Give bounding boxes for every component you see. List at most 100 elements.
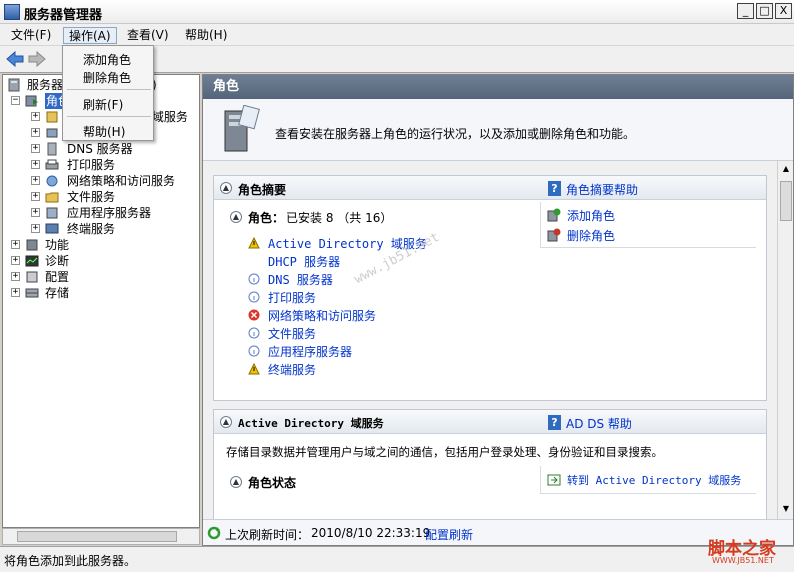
network-policy-icon (46, 175, 58, 187)
role-link[interactable]: 网络策略和访问服务 (268, 308, 376, 324)
terminal-icon (45, 223, 59, 234)
maximize-button[interactable]: □ (756, 3, 773, 19)
goto-ad-ds-link[interactable]: 转到 Active Directory 域服务 (567, 472, 741, 488)
roles-server-icon (224, 105, 260, 152)
menu-refresh[interactable]: 刷新(F) (83, 96, 123, 113)
last-refresh-time: 2010/8/10 22:33:19 (311, 526, 431, 540)
expand-toggle-icon[interactable]: + (31, 144, 40, 153)
intro-banner: 查看安装在服务器上角色的运行状况，以及添加或删除角色和功能。 (203, 99, 793, 161)
info-icon (248, 345, 260, 357)
minimize-button[interactable]: _ (737, 3, 754, 19)
diagnostics-icon (25, 255, 39, 267)
role-link[interactable]: 打印服务 (268, 290, 316, 306)
collapse-icon[interactable]: ▲ (230, 476, 242, 488)
tree-label: 网络策略和访问服务 (67, 174, 176, 188)
menu-view[interactable]: 查看(V) (122, 27, 174, 44)
error-icon (248, 309, 260, 321)
tree-label: 应用程序服务器 (67, 206, 152, 220)
window-title: 服务器管理器 (24, 8, 103, 23)
content-area: ▲ 角色摘要 ? 角色摘要帮助 ▲ 角色： 已安装 8 （共 16） 添加角色 … (203, 161, 777, 519)
dns-icon (47, 142, 57, 156)
ad-ds-section: ▲ Active Directory 域服务 ? AD DS 帮助 存储目录数据… (213, 409, 767, 519)
vertical-scrollbar[interactable]: ▲ ▼ (777, 161, 793, 519)
goto-box: 转到 Active Directory 域服务 (540, 466, 756, 494)
remove-role-icon (547, 228, 561, 242)
tree-label: 终端服务 (67, 222, 116, 236)
collapse-icon[interactable]: ▲ (220, 182, 232, 194)
menu-separator (67, 116, 151, 117)
collapse-toggle-icon[interactable]: − (11, 96, 20, 105)
printer-icon (45, 159, 59, 170)
server-manager-icon (4, 4, 20, 20)
refresh-status-bar: 上次刷新时间： 2010/8/10 22:33:19 配置刷新 (203, 519, 793, 545)
tree-label: 存储 (45, 286, 70, 300)
menu-action[interactable]: 操作(A) (63, 27, 117, 44)
expand-toggle-icon[interactable]: + (31, 160, 40, 169)
back-arrow-icon[interactable] (6, 51, 24, 67)
info-icon (248, 273, 260, 285)
tree-label: 打印服务 (67, 158, 116, 172)
title-bar: 服务器管理器 _ □ X (0, 0, 794, 24)
scroll-up-icon[interactable]: ▲ (780, 163, 792, 175)
expand-toggle-icon[interactable]: + (11, 240, 20, 249)
menu-file[interactable]: 文件(F) (6, 27, 56, 44)
role-link[interactable]: DHCP 服务器 (268, 254, 340, 270)
remove-role-link[interactable]: 删除角色 (567, 227, 615, 244)
scrollbar-thumb[interactable] (17, 531, 177, 542)
menu-help[interactable]: 帮助(H) (180, 27, 232, 44)
expand-toggle-icon[interactable]: + (31, 192, 40, 201)
help-book-icon: ? (548, 181, 561, 196)
app-server-icon (46, 207, 58, 219)
tree-label: 诊断 (45, 254, 70, 268)
collapse-icon[interactable]: ▲ (220, 416, 232, 428)
last-refresh-label: 上次刷新时间： (225, 528, 310, 542)
section-header: ▲ 角色摘要 ? 角色摘要帮助 (214, 176, 766, 200)
expand-toggle-icon[interactable]: + (11, 288, 20, 297)
info-icon (248, 327, 260, 339)
expand-toggle-icon[interactable]: + (31, 176, 40, 185)
configure-refresh-link[interactable]: 配置刷新 (425, 526, 473, 543)
server-icon (8, 78, 20, 92)
forward-arrow-icon[interactable] (28, 51, 46, 67)
tree-label: DNS 服务器 (67, 142, 133, 156)
role-link[interactable]: 终端服务 (268, 362, 316, 378)
role-link[interactable]: 文件服务 (268, 326, 316, 342)
ad-description: 存储目录数据并管理用户与域之间的通信，包括用户登录处理、身份验证和目录搜索。 (226, 445, 663, 459)
add-role-link[interactable]: 添加角色 (567, 207, 615, 224)
close-button[interactable]: X (775, 3, 792, 19)
add-role-icon (547, 208, 561, 222)
menu-remove-role[interactable]: 删除角色 (83, 69, 131, 86)
actions-box: 添加角色 删除角色 (540, 202, 756, 248)
role-link[interactable]: DNS 服务器 (268, 272, 333, 288)
role-link[interactable]: 应用程序服务器 (268, 344, 352, 360)
collapse-icon[interactable]: ▲ (230, 211, 242, 223)
help-book-icon: ? (548, 415, 561, 430)
roles-summary-help-link[interactable]: 角色摘要帮助 (566, 181, 638, 198)
scrollbar-thumb[interactable] (780, 181, 792, 221)
expand-toggle-icon[interactable]: + (11, 272, 20, 281)
tree-label: 配置 (45, 270, 70, 284)
ad-ds-help-link[interactable]: AD DS 帮助 (566, 415, 632, 432)
storage-icon (25, 288, 39, 298)
expand-toggle-icon[interactable]: + (31, 112, 40, 121)
tree-label: 文件服务 (67, 190, 116, 204)
expand-toggle-icon[interactable]: + (31, 208, 40, 217)
details-pane: 角色 查看安装在服务器上角色的运行状况，以及添加或删除角色和功能。 ▲ 角色摘要… (202, 74, 794, 546)
intro-text: 查看安装在服务器上角色的运行状况，以及添加或删除角色和功能。 (275, 127, 636, 141)
warning-icon (248, 237, 260, 249)
menu-bar: 文件(F) 操作(A) 查看(V) 帮助(H) (0, 24, 794, 46)
menu-help-item[interactable]: 帮助(H) (83, 123, 125, 140)
scroll-down-icon[interactable]: ▼ (780, 503, 792, 515)
network-icon (46, 128, 58, 138)
tree-horizontal-scrollbar[interactable] (2, 528, 200, 545)
refresh-icon (207, 526, 221, 540)
warning-icon (248, 363, 260, 375)
expand-toggle-icon[interactable]: + (31, 224, 40, 233)
expand-toggle-icon[interactable]: + (11, 256, 20, 265)
roles-icon (25, 95, 38, 107)
tree-label: 服务器 (27, 78, 64, 92)
menu-add-role[interactable]: 添加角色 (83, 51, 131, 68)
tree-label: 功能 (45, 238, 70, 252)
status-text: 将角色添加到此服务器。 (4, 554, 137, 568)
expand-toggle-icon[interactable]: + (31, 128, 40, 137)
